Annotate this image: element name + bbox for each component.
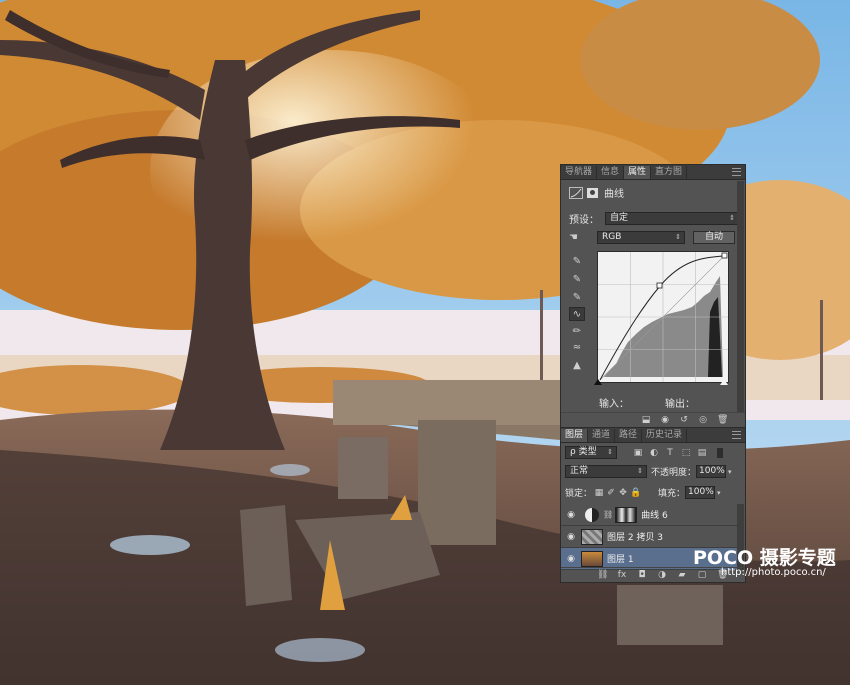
clipping-warning-icon[interactable]: ▲ [569, 359, 585, 373]
tab-navigator[interactable]: 导航器 [561, 166, 598, 179]
curve-svg [598, 252, 728, 382]
updown-arrows-icon: ⇕ [607, 448, 613, 456]
properties-bottom-bar: ⬓ ◉ ↺ ◎ 🗑 [561, 412, 745, 427]
gray-eyedropper-icon[interactable]: ✎ [569, 273, 585, 287]
lock-all-icon[interactable]: 🔒 [630, 488, 641, 498]
white-eyedropper-icon[interactable]: ✎ [569, 291, 585, 305]
tab-histogram[interactable]: 直方图 [651, 166, 688, 179]
filter-shape-icon[interactable]: ⬚ [681, 448, 691, 458]
preset-value: 自定 [610, 213, 629, 223]
filter-toggle-icon[interactable] [717, 447, 723, 458]
black-point-slider[interactable] [594, 379, 602, 385]
preset-select[interactable]: 自定 ⇕ [605, 212, 739, 225]
visibility-eye-icon[interactable]: ◎ [698, 415, 708, 425]
opacity-dropdown-icon[interactable]: ▾ [728, 468, 732, 476]
filter-smart-object-icon[interactable]: ▤ [697, 448, 707, 458]
layer-name[interactable]: 图层 1 [607, 552, 634, 565]
fill-value: 100% [688, 487, 714, 497]
delete-trash-icon[interactable]: 🗑 [717, 415, 728, 425]
layer-visibility-eye-icon[interactable]: ◉ [561, 554, 581, 564]
tab-layers[interactable]: 图层 [561, 429, 589, 442]
layer-visibility-eye-icon[interactable]: ◉ [561, 510, 581, 520]
panel-menu-icon[interactable] [732, 168, 741, 176]
fill-input[interactable]: 100% [685, 486, 716, 499]
fill-dropdown-icon[interactable]: ▾ [717, 489, 721, 497]
curves-adjustment-icon [569, 186, 583, 199]
fill-label: 填充： [658, 489, 686, 499]
panel-menu-icon[interactable] [732, 431, 741, 439]
filter-type-icon[interactable]: T [665, 448, 675, 458]
tab-channels[interactable]: 通道 [588, 429, 616, 442]
view-previous-icon[interactable]: ◉ [660, 415, 670, 425]
channel-value: RGB [602, 232, 622, 242]
properties-tabbar: 导航器 信息 属性 直方图 [561, 165, 745, 180]
poco-watermark: POCO 摄影专题 http://photo.poco.cn/ [693, 543, 836, 578]
layer-thumbnail[interactable] [581, 528, 603, 545]
layer-name[interactable]: 曲线 6 [641, 508, 668, 521]
curve-edit-points-icon[interactable]: ∿ [569, 307, 585, 321]
adjustment-layer-icon [585, 507, 599, 522]
curves-graph[interactable] [597, 251, 729, 383]
lock-position-move-icon[interactable]: ✥ [618, 488, 628, 498]
layer-visibility-eye-icon[interactable]: ◉ [561, 532, 581, 542]
tab-paths[interactable]: 路径 [615, 429, 643, 442]
opacity-input[interactable]: 100% [696, 465, 727, 478]
watermark-url: http://photo.poco.cn/ [721, 567, 826, 578]
smooth-curve-icon[interactable]: ≈ [569, 341, 585, 355]
layer-mask-thumbnail[interactable] [615, 506, 638, 523]
filter-adjustment-icon[interactable]: ◐ [649, 448, 659, 458]
lock-row: 锁定： ▦ ✐ ✥ 🔒 填充： 100% ▾ [565, 486, 721, 499]
layer-name[interactable]: 图层 2 拷贝 3 [607, 530, 663, 543]
link-layers-icon[interactable]: ⛓ [597, 570, 608, 580]
preset-label: 预设： [569, 215, 599, 226]
new-group-folder-icon[interactable]: ▰ [677, 570, 687, 580]
updown-arrows-icon: ⇕ [637, 467, 643, 475]
auto-button[interactable]: 自动 [693, 231, 735, 244]
tab-properties[interactable]: 属性 [624, 166, 652, 179]
opacity-label: 不透明度： [651, 468, 697, 478]
layer-row-curves[interactable]: ◉ ⛓ 曲线 6 [561, 504, 737, 526]
lock-image-brush-icon[interactable]: ✐ [606, 488, 616, 498]
clip-to-layer-icon[interactable]: ⬓ [641, 415, 651, 425]
updown-arrows-icon: ⇕ [729, 214, 735, 222]
preset-row: 预设： 自定 ⇕ [569, 211, 739, 226]
mask-icon[interactable] [587, 187, 598, 198]
output-label: 输出： [665, 399, 695, 410]
tab-history[interactable]: 历史记录 [642, 429, 688, 442]
opacity-value: 100% [699, 466, 725, 476]
white-point-slider[interactable] [720, 379, 728, 385]
layer-style-fx-icon[interactable]: fx [617, 570, 627, 580]
updown-arrows-icon: ⇕ [675, 233, 681, 241]
new-layer-icon[interactable]: ▢ [697, 570, 707, 580]
properties-header: 曲线 [569, 185, 624, 200]
pencil-draw-icon[interactable]: ✏ [569, 325, 585, 339]
lock-transparent-icon[interactable]: ▦ [594, 488, 604, 498]
link-chain-icon[interactable]: ⛓ [603, 510, 613, 519]
layer-filter-value: ρ 类型 [570, 447, 597, 457]
channel-row: ☚ RGB ⇕ 自动 [569, 231, 735, 244]
properties-panel: 导航器 信息 属性 直方图 曲线 预设： 自定 ⇕ ☚ RGB ⇕ 自动 ✎ ✎… [560, 164, 746, 428]
layers-tabbar: 图层 通道 路径 历史记录 [561, 428, 745, 443]
new-adjustment-icon[interactable]: ◑ [657, 570, 667, 580]
blend-mode-value: 正常 [570, 466, 589, 476]
layer-filter-row: ρ 类型 ⇕ ▣ ◐ T ⬚ ▤ [565, 446, 723, 459]
properties-scrollbar[interactable] [737, 181, 744, 413]
watermark-brand: POCO 摄影专题 [693, 547, 836, 569]
blend-mode-select[interactable]: 正常 ⇕ [565, 465, 647, 478]
input-label: 输入： [599, 399, 629, 410]
channel-select[interactable]: RGB ⇕ [597, 231, 685, 244]
black-eyedropper-icon[interactable]: ✎ [569, 255, 585, 269]
lock-label: 锁定： [565, 489, 593, 499]
tab-info[interactable]: 信息 [597, 166, 625, 179]
properties-title: 曲线 [604, 189, 624, 200]
layer-thumbnail[interactable] [581, 550, 603, 567]
layer-filter-select[interactable]: ρ 类型 ⇕ [565, 446, 617, 459]
filter-pixel-icon[interactable]: ▣ [633, 448, 643, 458]
add-mask-icon[interactable]: ◘ [637, 570, 647, 580]
on-image-adjust-hand-icon[interactable]: ☚ [569, 232, 585, 243]
blend-row: 正常 ⇕ 不透明度： 100% ▾ [565, 465, 732, 478]
input-output-row: 输入： 输出： [599, 395, 695, 410]
reset-icon[interactable]: ↺ [679, 415, 689, 425]
